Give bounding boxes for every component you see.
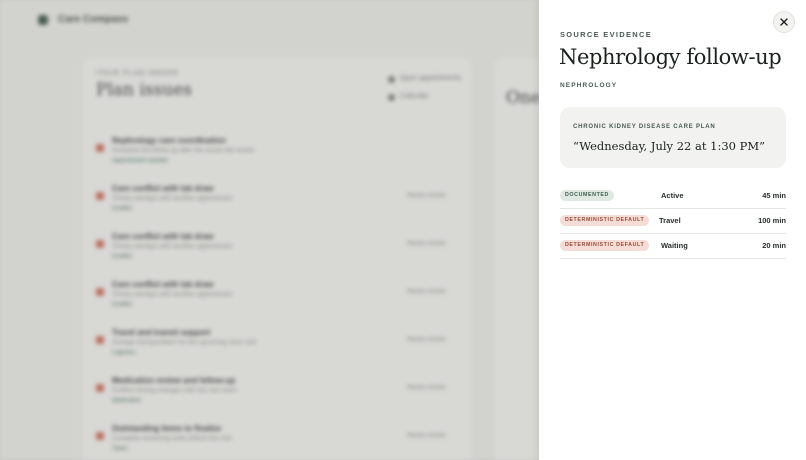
row-value: 20 min [762, 241, 786, 250]
time-breakdown-table: DOCUMENTED Active 45 min DETERMINISTIC D… [560, 184, 786, 259]
close-icon [780, 18, 788, 26]
row-label: Waiting [661, 241, 688, 250]
source-badge: DETERMINISTIC DEFAULT [560, 215, 650, 226]
close-button[interactable] [773, 11, 795, 33]
table-row: DETERMINISTIC DEFAULT Travel 100 min [560, 209, 786, 234]
row-value: 100 min [758, 216, 786, 225]
evidence-source-label: CHRONIC KIDNEY DISEASE CARE PLAN [573, 124, 716, 130]
drawer-kicker: SOURCE EVIDENCE [560, 30, 653, 39]
row-label: Travel [659, 216, 681, 225]
table-row: DOCUMENTED Active 45 min [560, 184, 786, 209]
source-badge: DOCUMENTED [560, 190, 614, 201]
row-label: Active [661, 191, 684, 200]
evidence-quote-box: CHRONIC KIDNEY DISEASE CARE PLAN “Wednes… [560, 107, 786, 168]
source-evidence-drawer: SOURCE EVIDENCE Nephrology follow-up NEP… [539, 0, 806, 460]
department-label: NEPHROLOGY [560, 82, 618, 89]
row-value: 45 min [762, 191, 786, 200]
table-row: DETERMINISTIC DEFAULT Waiting 20 min [560, 234, 786, 259]
evidence-quote: “Wednesday, July 22 at 1:30 PM” [573, 139, 766, 153]
source-badge: DETERMINISTIC DEFAULT [560, 240, 650, 251]
drawer-title: Nephrology follow-up [559, 45, 782, 69]
